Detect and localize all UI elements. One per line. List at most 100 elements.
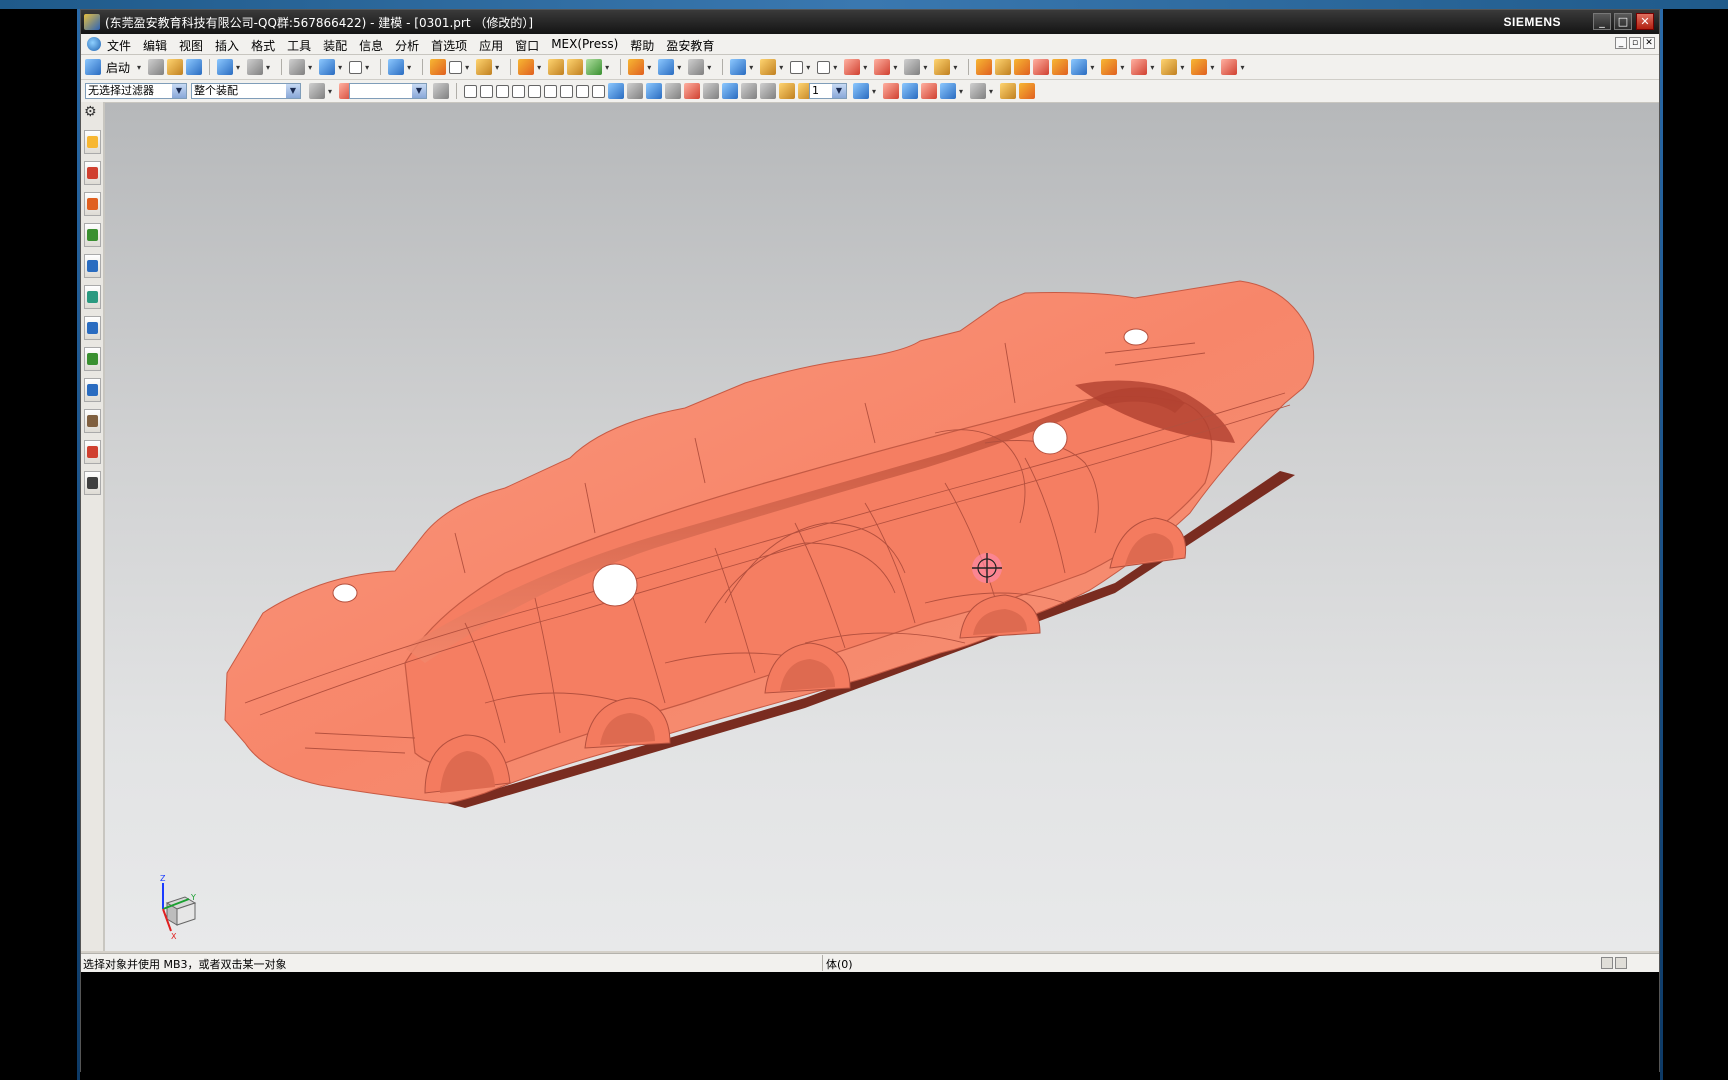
reuse-library-tab[interactable] (84, 223, 101, 247)
redo-icon[interactable] (247, 59, 264, 75)
select-region-icon[interactable] (722, 83, 738, 99)
work-part-icon[interactable] (921, 83, 938, 99)
menu-item-11[interactable]: 窗口 (515, 37, 539, 54)
maximize-button[interactable]: □ (1614, 13, 1632, 30)
single-select-icon[interactable] (883, 83, 900, 99)
open-file-icon[interactable] (167, 59, 184, 75)
show-hide-icon[interactable] (433, 83, 449, 99)
start-button[interactable]: 启动 (106, 59, 130, 76)
snap-intersection-icon[interactable] (512, 84, 525, 98)
start-icon[interactable] (85, 59, 101, 75)
select-edge-icon[interactable] (665, 83, 681, 99)
menu-item-8[interactable]: 分析 (395, 37, 419, 54)
snap-midpoint-icon[interactable] (480, 84, 493, 98)
mounting-hole-left[interactable] (332, 583, 358, 603)
mold-tool-1-icon[interactable] (976, 59, 993, 75)
feature-icon[interactable] (586, 59, 603, 75)
menu-item-10[interactable]: 应用 (479, 37, 503, 54)
part-navigator-tab[interactable] (84, 192, 101, 216)
mdi-close-button[interactable]: ✕ (1643, 37, 1655, 49)
palette-tab[interactable] (84, 471, 101, 495)
save-icon[interactable] (186, 59, 203, 75)
sew-icon[interactable] (730, 59, 747, 75)
wcs-icon[interactable] (853, 83, 869, 99)
system-scenes-tab[interactable] (84, 440, 101, 464)
menu-item-12[interactable]: MEX(Press) (551, 37, 618, 54)
curve-icon[interactable] (790, 60, 804, 74)
menu-item-13[interactable]: 帮助 (630, 37, 654, 54)
orient-view-icon[interactable] (388, 59, 405, 75)
snap-quadrant-icon[interactable] (560, 84, 573, 98)
manufacturing-wizard-tab[interactable] (84, 378, 101, 402)
animation-icon[interactable] (970, 83, 987, 99)
mold-tool-4-icon[interactable] (1033, 59, 1050, 75)
sheet-metal-icon[interactable] (934, 59, 951, 75)
new-file-icon[interactable] (148, 59, 165, 75)
nx-app-icon[interactable] (84, 14, 100, 30)
measure-icon[interactable] (904, 59, 921, 75)
mdi-minimize-button[interactable]: _ (1615, 37, 1627, 49)
trim-icon[interactable] (658, 59, 675, 75)
model-check-icon[interactable] (940, 83, 957, 99)
sketch-icon[interactable] (449, 60, 463, 74)
menu-item-1[interactable]: 编辑 (143, 37, 167, 54)
snap-center-icon[interactable] (544, 84, 557, 98)
menu-item-7[interactable]: 信息 (359, 37, 383, 54)
close-button[interactable]: ✕ (1636, 13, 1654, 30)
layer-select[interactable]: ▼ (349, 83, 427, 99)
mold-tool-3-icon[interactable] (1014, 59, 1031, 75)
system-materials-tab[interactable] (84, 316, 101, 340)
menu-item-3[interactable]: 插入 (215, 37, 239, 54)
roles-tab[interactable] (84, 409, 101, 433)
menu-item-5[interactable]: 工具 (287, 37, 311, 54)
snap-on-curve-icon[interactable] (592, 84, 605, 98)
mold-tool-8-icon[interactable] (1131, 59, 1148, 75)
snap-control-icon[interactable] (496, 84, 509, 98)
mold-tool-2-icon[interactable] (995, 59, 1012, 75)
mold-tool-5-icon[interactable] (1052, 59, 1069, 75)
menu-logo-icon[interactable] (87, 37, 101, 51)
plugin-icon[interactable] (1019, 83, 1036, 99)
mounting-hole-right[interactable] (1123, 328, 1149, 346)
rectangle-icon[interactable] (817, 60, 831, 74)
mold-tool-7-icon[interactable] (1101, 59, 1118, 75)
status-toggle-1[interactable] (1601, 957, 1613, 969)
center-hole[interactable] (592, 563, 638, 607)
view-orient-icon[interactable] (349, 60, 363, 74)
model-view[interactable]: Z Y X (105, 103, 1659, 951)
mdi-restore-button[interactable]: ▫ (1629, 37, 1641, 49)
undo-icon[interactable] (217, 59, 234, 75)
mold-tool-9-icon[interactable] (1161, 59, 1178, 75)
blend-icon[interactable] (628, 59, 645, 75)
datum-icon[interactable] (518, 59, 535, 75)
snap-endpoint-icon[interactable] (464, 84, 477, 98)
line-icon[interactable] (844, 59, 861, 75)
graphics-window[interactable]: Z Y X (105, 103, 1659, 951)
snap-count-select[interactable]: 1 ▼ (809, 83, 847, 99)
select-feature-icon[interactable] (646, 83, 662, 99)
snap-face-icon[interactable] (608, 83, 624, 99)
status-toggle-2[interactable] (1615, 957, 1627, 969)
offset-surface-icon[interactable] (760, 59, 777, 75)
title-bar[interactable]: (东莞盈安教育科技有限公司-QQ群:567866422) - 建模 - [030… (81, 10, 1659, 34)
menu-item-14[interactable]: 盈安教育 (666, 37, 714, 54)
shading-icon[interactable] (289, 59, 306, 75)
mold-tool-10-icon[interactable] (1191, 59, 1208, 75)
selection-filter-select[interactable]: 无选择过滤器 ▼ (85, 83, 187, 99)
minimize-button[interactable]: _ (1593, 13, 1611, 30)
history-tab[interactable] (84, 285, 101, 309)
menu-item-6[interactable]: 装配 (323, 37, 347, 54)
select-sheet-icon[interactable] (703, 83, 719, 99)
select-component-icon[interactable] (684, 83, 700, 99)
extrude-icon[interactable] (476, 59, 493, 75)
cylinder-icon[interactable] (567, 59, 584, 75)
process-studio-tab[interactable] (84, 347, 101, 371)
select-tangent-icon[interactable] (760, 83, 776, 99)
snap-tangent-icon[interactable] (528, 84, 541, 98)
filter-icon[interactable] (309, 83, 325, 99)
select-group-icon[interactable] (779, 83, 795, 99)
select-body-icon[interactable] (627, 83, 643, 99)
constraint-navigator-tab[interactable] (84, 161, 101, 185)
gear-icon[interactable]: ⚙ (84, 104, 97, 120)
mold-tool-6-icon[interactable] (1071, 59, 1088, 75)
